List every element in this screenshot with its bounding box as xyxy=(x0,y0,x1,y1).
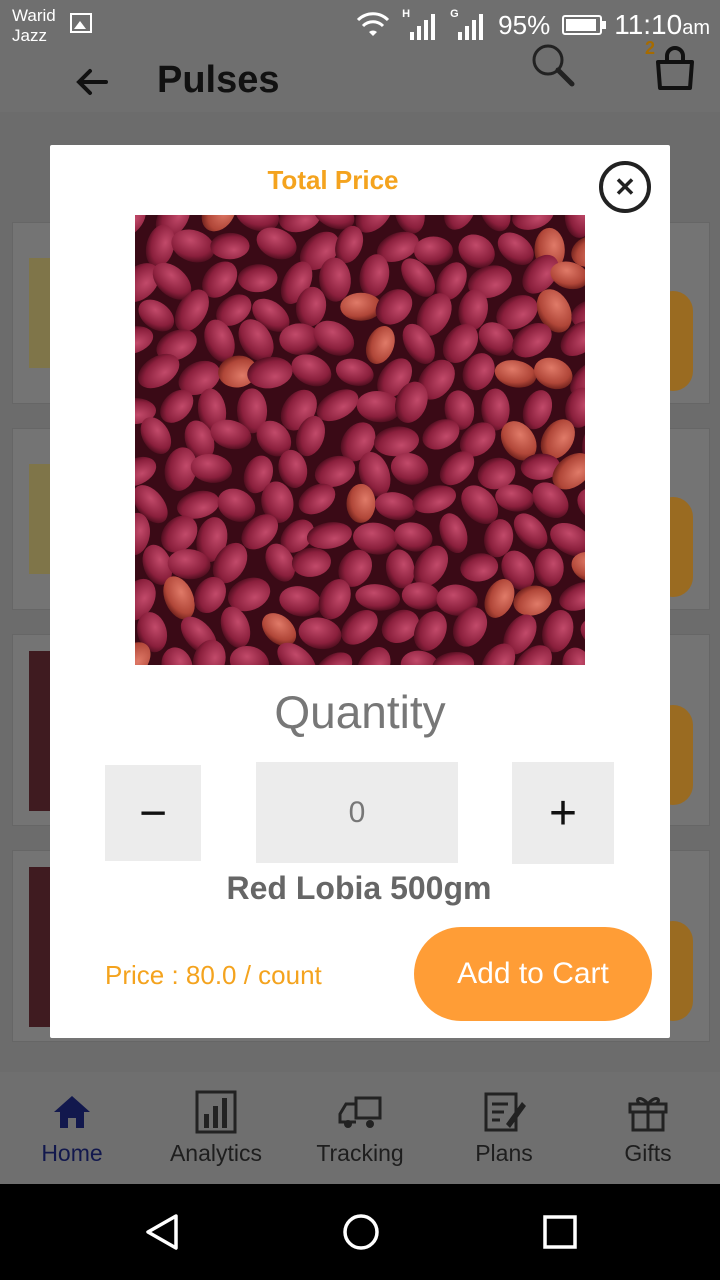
product-name: Red Lobia 500gm xyxy=(226,870,492,906)
system-recents-icon[interactable] xyxy=(540,1212,580,1252)
analytics-icon xyxy=(195,1090,237,1134)
truck-icon xyxy=(338,1096,382,1128)
shopping-bag-icon[interactable] xyxy=(650,40,700,92)
add-to-cart-button[interactable]: Add to Cart xyxy=(414,927,652,1021)
nav-item-home[interactable]: Home xyxy=(0,1072,144,1184)
system-back-icon[interactable] xyxy=(142,1212,182,1252)
carrier-label: Warid Jazz xyxy=(12,6,56,46)
nav-item-tracking[interactable]: Tracking xyxy=(288,1072,432,1184)
decrease-quantity-button[interactable]: − xyxy=(105,765,201,861)
battery-icon xyxy=(562,15,607,35)
close-icon: ✕ xyxy=(614,171,636,202)
gift-icon xyxy=(628,1097,668,1132)
nav-label: Home xyxy=(41,1140,103,1166)
carrier-name-secondary: Jazz xyxy=(12,26,47,45)
battery-percent: 95% xyxy=(498,9,551,40)
status-bar: Warid Jazz H G 95% 11:10am xyxy=(0,0,720,48)
plans-icon xyxy=(484,1092,526,1132)
nav-label: Gifts xyxy=(624,1140,672,1166)
nav-item-plans[interactable]: Plans xyxy=(432,1072,576,1184)
wifi-icon xyxy=(357,12,390,36)
nav-item-analytics[interactable]: Analytics xyxy=(144,1072,288,1184)
back-arrow-icon[interactable] xyxy=(72,62,112,102)
carrier-name: Warid xyxy=(12,6,56,25)
nav-label: Tracking xyxy=(316,1140,404,1166)
nav-item-gifts[interactable]: Gifts xyxy=(576,1072,720,1184)
system-navigation-bar xyxy=(0,1184,720,1280)
close-button[interactable]: ✕ xyxy=(599,161,651,213)
app-bar: Pulses 2 xyxy=(0,38,720,113)
gallery-notification-icon xyxy=(70,13,92,33)
quantity-value[interactable]: 0 xyxy=(256,762,458,863)
nav-label: Analytics xyxy=(169,1140,263,1166)
signal-g-icon: G xyxy=(450,8,486,40)
quantity-dialog: Total Price ✕ Quantity − 0 + Red Lobia 5… xyxy=(50,145,670,1038)
price-per-count: Price : 80.0 / count xyxy=(105,960,322,990)
quantity-label: Quantity xyxy=(274,686,446,738)
bottom-navigation: Home Analytics Tracking Plans Gifts xyxy=(0,1072,720,1184)
clock: 11:10am xyxy=(614,9,710,40)
system-home-icon[interactable] xyxy=(341,1212,381,1252)
dialog-title: Total Price xyxy=(267,165,399,195)
product-image xyxy=(135,215,585,665)
page-title: Pulses xyxy=(157,59,280,101)
home-icon xyxy=(54,1096,90,1128)
increase-quantity-button[interactable]: + xyxy=(512,762,614,864)
search-icon[interactable] xyxy=(526,38,580,92)
nav-label: Plans xyxy=(475,1140,533,1166)
signal-h-icon: H xyxy=(402,8,438,40)
